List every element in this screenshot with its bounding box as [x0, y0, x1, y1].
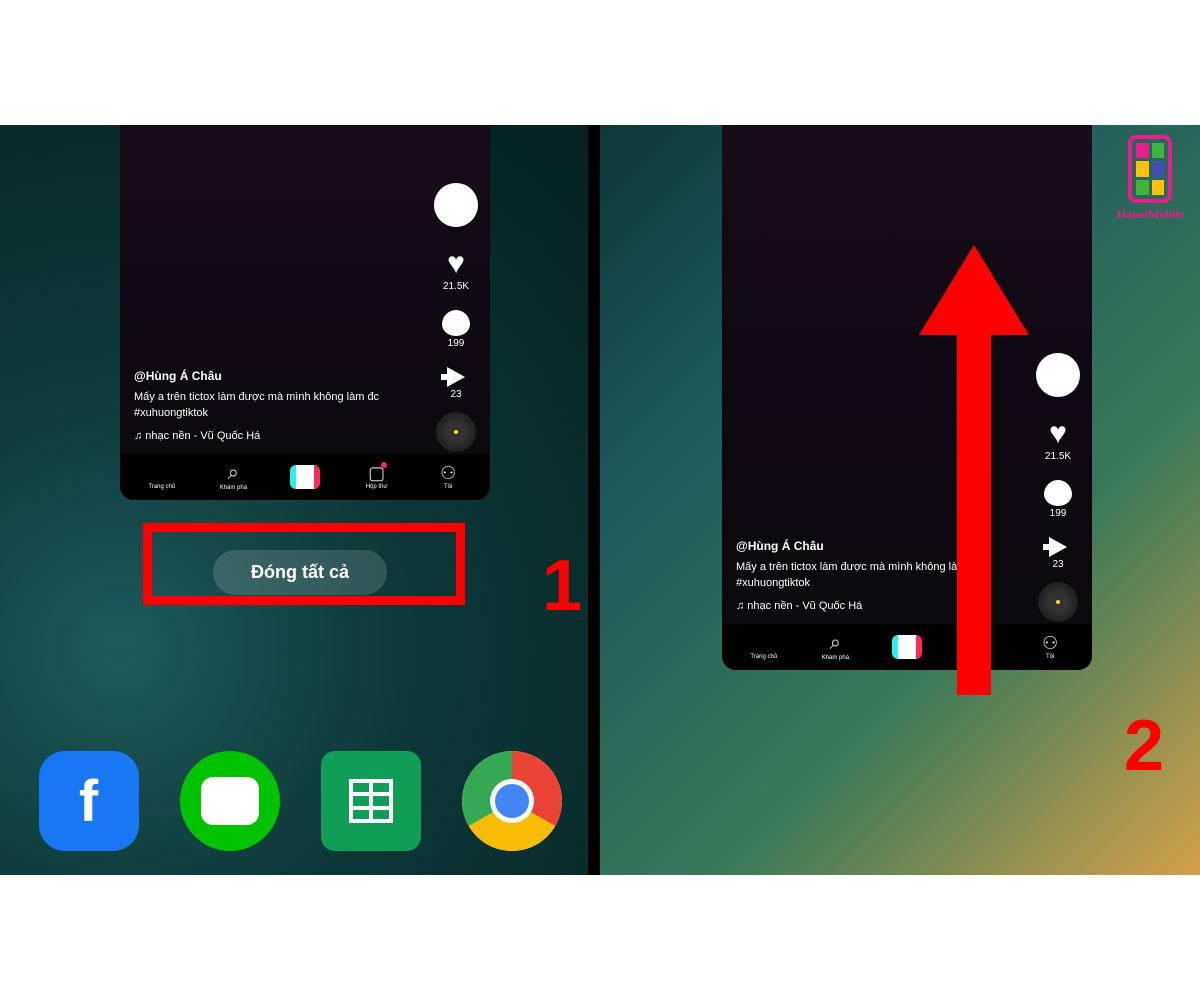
- tiktok-tabbar: Trang chủ Khám phá Hộp thư Tôi: [722, 624, 1092, 670]
- tab-label: Khám phá: [822, 655, 849, 661]
- search-icon: [228, 463, 239, 483]
- tab-home[interactable]: Trang chủ: [126, 464, 198, 490]
- music-disc-icon[interactable]: [1038, 582, 1078, 622]
- like-count: 21.5K: [1045, 451, 1071, 462]
- create-icon: [290, 465, 320, 489]
- highlight-box: [143, 523, 465, 605]
- recent-app-card-swiping[interactable]: 21.5K 199 23 @Hùng Á Châu Mấy a trên tic…: [722, 125, 1092, 670]
- sheets-app-icon[interactable]: [321, 751, 421, 851]
- tab-label: Hộp thư: [366, 484, 388, 490]
- share-action[interactable]: 23: [447, 367, 465, 400]
- step-number-1: 1: [542, 545, 582, 627]
- swipe-up-arrow-icon: [955, 245, 993, 695]
- profile-icon: [440, 464, 456, 482]
- heart-icon: [447, 249, 465, 279]
- comment-icon: [1044, 480, 1072, 506]
- profile-avatar-icon[interactable]: [434, 183, 478, 227]
- comment-icon: [442, 310, 470, 336]
- tab-me[interactable]: Tôi: [412, 464, 484, 490]
- chrome-app-icon[interactable]: [462, 751, 562, 851]
- tab-inbox[interactable]: Hộp thư: [341, 464, 413, 490]
- like-action[interactable]: 21.5K: [443, 249, 469, 292]
- tab-me[interactable]: Tôi: [1014, 634, 1086, 660]
- create-icon: [892, 635, 922, 659]
- music-disc-icon[interactable]: [436, 412, 476, 452]
- video-handle[interactable]: @Hùng Á Châu: [134, 367, 410, 385]
- video-actions: 21.5K 199 23: [1036, 353, 1080, 580]
- like-action[interactable]: 21.5K: [1045, 419, 1071, 462]
- comment-action[interactable]: 199: [442, 310, 470, 349]
- tab-label: Trang chủ: [750, 654, 777, 660]
- search-icon: [830, 633, 841, 653]
- share-action[interactable]: 23: [1049, 537, 1067, 570]
- profile-avatar-icon[interactable]: [1036, 353, 1080, 397]
- video-music[interactable]: ♫ nhạc nền - Vũ Quốc Há: [134, 428, 410, 445]
- step-2-panel: 21.5K 199 23 @Hùng Á Châu Mấy a trên tic…: [600, 125, 1200, 875]
- tab-create[interactable]: [269, 465, 341, 489]
- tab-create[interactable]: [871, 635, 943, 659]
- share-count: 23: [1052, 559, 1063, 570]
- tiktok-tabbar: Trang chủ Khám phá Hộp thư Tôi: [120, 454, 490, 500]
- watermark: HanoiMobile: [1117, 135, 1184, 222]
- watermark-text: HanoiMobile: [1117, 207, 1184, 222]
- tab-label: Trang chủ: [148, 484, 175, 490]
- heart-icon: [1049, 419, 1067, 449]
- tab-discover[interactable]: Khám phá: [198, 463, 270, 491]
- like-count: 21.5K: [443, 281, 469, 292]
- video-meta: @Hùng Á Châu Mấy a trên tictox làm được …: [134, 367, 410, 445]
- line-app-icon[interactable]: [180, 751, 280, 851]
- dock: f: [0, 751, 600, 851]
- share-icon: [447, 367, 465, 387]
- profile-icon: [1042, 634, 1058, 652]
- video-caption: Mấy a trên tictox làm được mà mình không…: [134, 389, 410, 422]
- tab-discover[interactable]: Khám phá: [800, 633, 872, 661]
- tab-label: Tôi: [1046, 654, 1054, 660]
- share-icon: [1049, 537, 1067, 557]
- tab-home[interactable]: Trang chủ: [728, 634, 800, 660]
- step-1-panel: 21.5K 199 23 @Hùng Á Châu Mấy a trên tic…: [0, 125, 600, 875]
- video-actions: 21.5K 199 23: [434, 183, 478, 410]
- step-number-2: 2: [1124, 705, 1164, 787]
- tab-label: Tôi: [444, 484, 452, 490]
- watermark-logo-icon: [1128, 135, 1172, 203]
- share-count: 23: [450, 389, 461, 400]
- tutorial-image: 21.5K 199 23 @Hùng Á Châu Mấy a trên tic…: [0, 125, 1200, 875]
- inbox-icon: [368, 464, 385, 482]
- facebook-app-icon[interactable]: f: [39, 751, 139, 851]
- tab-label: Khám phá: [220, 485, 247, 491]
- comment-action[interactable]: 199: [1044, 480, 1072, 519]
- recent-app-card[interactable]: 21.5K 199 23 @Hùng Á Châu Mấy a trên tic…: [120, 125, 490, 500]
